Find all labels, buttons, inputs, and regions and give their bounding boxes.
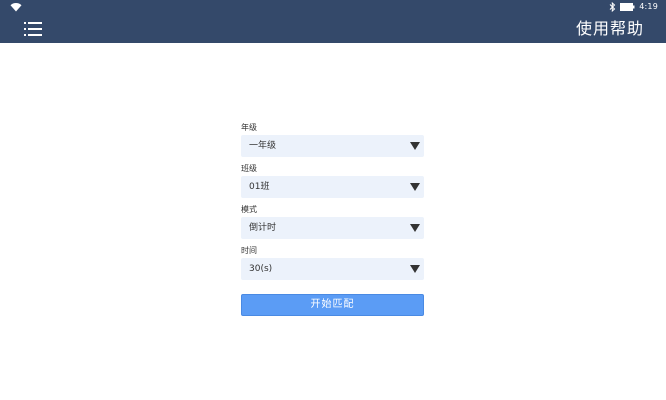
bluetooth-icon [609, 2, 616, 12]
status-time: 4:19 [639, 2, 658, 11]
class-select-value: 01班 [249, 182, 270, 192]
time-select[interactable]: 30(s) [241, 258, 424, 280]
status-bar: 4:19 [0, 0, 666, 14]
class-select[interactable]: 01班 [241, 176, 424, 198]
caret-down-icon [410, 224, 420, 232]
mode-select[interactable]: 倒计时 [241, 217, 424, 239]
match-settings-form: 年级 一年级 班级 01班 模式 倒计时 时间 30(s) [241, 119, 424, 285]
grade-select-value: 一年级 [249, 141, 277, 151]
hamburger-menu-icon[interactable] [24, 21, 42, 37]
class-label: 班级 [241, 164, 257, 173]
help-link[interactable]: 使用帮助 [576, 18, 644, 40]
caret-down-icon [410, 142, 420, 150]
time-label: 时间 [241, 246, 257, 255]
mode-label: 模式 [241, 205, 257, 214]
start-match-button[interactable]: 开始匹配 [241, 294, 424, 316]
caret-down-icon [410, 265, 420, 273]
caret-down-icon [410, 183, 420, 191]
battery-icon [620, 3, 635, 11]
mode-select-value: 倒计时 [249, 223, 277, 233]
time-select-value: 30(s) [249, 264, 273, 274]
grade-select[interactable]: 一年级 [241, 135, 424, 157]
grade-label: 年级 [241, 123, 257, 132]
app-header: 4:19 使用帮助 [0, 0, 666, 43]
status-icons: 4:19 [609, 1, 658, 13]
wifi-icon [10, 3, 22, 12]
